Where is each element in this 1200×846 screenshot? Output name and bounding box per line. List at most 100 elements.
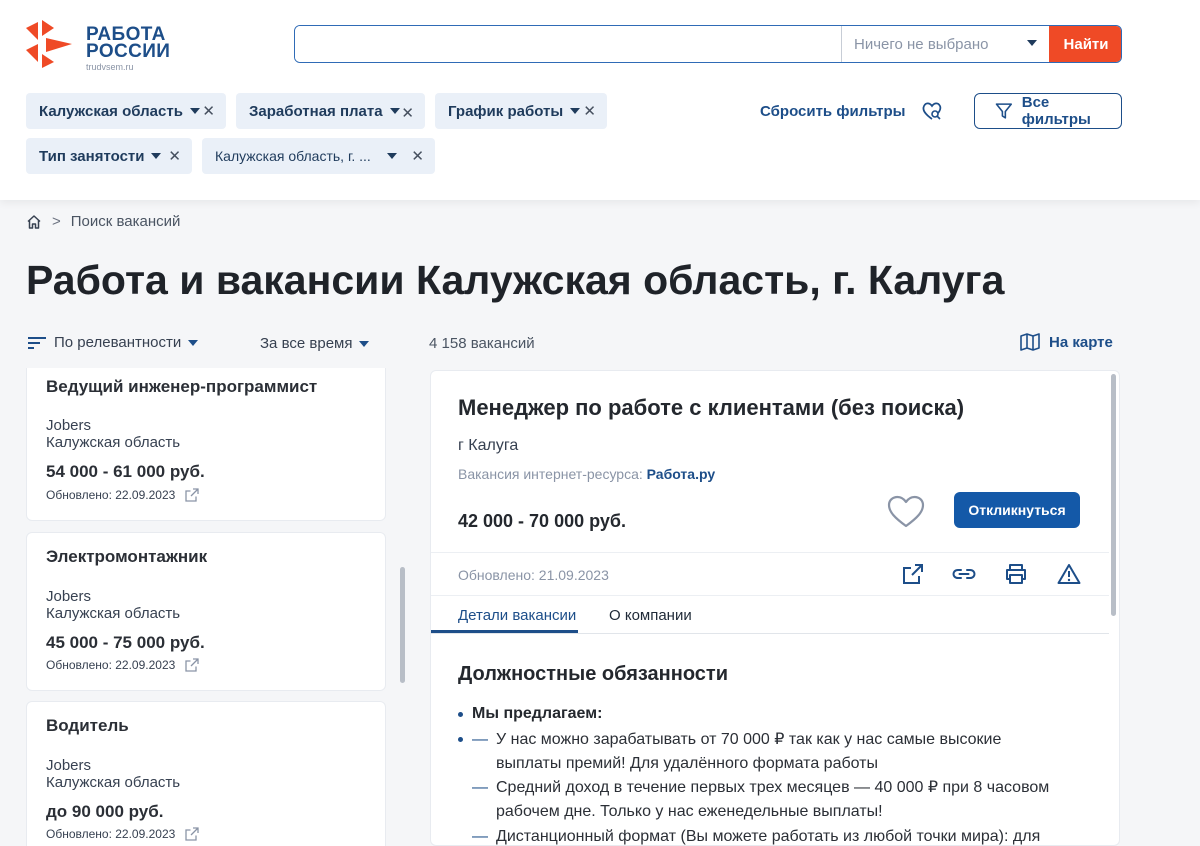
detail-salary: 42 000 - 70 000 руб.: [458, 511, 626, 531]
vacancy-card[interactable]: Электромонтажник Jobers Калужская област…: [26, 532, 386, 691]
logo[interactable]: РАБОТА РОССИИ trudvsem.ru: [24, 18, 170, 72]
detail-source: Вакансия интернет-ресурса: Работа.ру: [458, 466, 715, 482]
divider: [431, 552, 1109, 553]
sort-select[interactable]: По релевантности: [28, 334, 199, 351]
vacancy-card-region: Калужская область: [46, 434, 181, 451]
divider: [431, 633, 1109, 634]
vacancy-count: 4 158 вакансий: [429, 335, 535, 352]
vacancy-card-updated: Обновлено: 22.09.2023: [46, 488, 199, 502]
detail-scrollbar[interactable]: [1111, 374, 1116, 616]
heart-search-icon[interactable]: [921, 100, 943, 127]
region-select[interactable]: Ничего не выбрано: [841, 26, 1049, 62]
filter-chip-schedule[interactable]: График работы ✕: [435, 93, 607, 129]
search-button[interactable]: Найти: [1049, 26, 1121, 62]
chevron-down-icon: [151, 153, 162, 159]
divider: [431, 595, 1109, 596]
offer-item-line: Средний доход в течение первых трех меся…: [496, 779, 1050, 796]
print-icon[interactable]: [1005, 563, 1027, 590]
offer-item: — У нас можно зарабатывать от 70 000 ₽ т…: [458, 728, 1098, 776]
logo-line-2: РОССИИ: [86, 41, 171, 62]
tab-vacancy-details[interactable]: Детали вакансии: [458, 607, 576, 624]
dash: —: [472, 779, 488, 796]
vacancy-detail: Менеджер по работе с клиентами (без поис…: [430, 370, 1120, 846]
vacancy-card-title[interactable]: Водитель: [46, 716, 129, 736]
chevron-down-icon: [359, 340, 370, 347]
open-external-icon[interactable]: [902, 563, 924, 590]
vacancy-card-region: Калужская область: [46, 774, 181, 791]
filter-chip-label: Тип занятости: [39, 147, 145, 165]
vacancy-card-company: Jobers: [46, 588, 92, 605]
sort-lines-icon: [28, 336, 46, 349]
close-icon[interactable]: ✕: [401, 104, 414, 122]
period-label: За все время: [260, 335, 353, 352]
list-scrollbar[interactable]: [400, 567, 405, 683]
all-filters-button[interactable]: Все фильтры: [974, 93, 1122, 129]
filter-chip-city[interactable]: Калужская область, г. ... ✕: [202, 138, 435, 174]
vacancy-card-title[interactable]: Электромонтажник: [46, 547, 207, 567]
copy-link-icon[interactable]: [952, 563, 976, 590]
logo-mark-icon: [26, 20, 72, 68]
breadcrumb-separator: >: [52, 213, 61, 230]
apply-button[interactable]: Откликнуться: [954, 492, 1080, 528]
filter-chip-salary[interactable]: Заработная плата ✕: [236, 93, 425, 129]
vacancy-card-company: Jobers: [46, 417, 92, 434]
breadcrumb-current: Поиск вакансий: [70, 213, 181, 230]
vacancy-card-company: Jobers: [46, 757, 92, 774]
detail-city: г Калуга: [458, 437, 519, 454]
offer-heading: Мы предлагаем:: [458, 705, 602, 723]
vacancy-card-title[interactable]: Ведущий инженер-программист: [46, 377, 317, 397]
chevron-down-icon: [389, 108, 400, 114]
breadcrumb: > Поиск вакансий: [26, 213, 180, 230]
close-icon[interactable]: ✕: [202, 102, 215, 120]
chevron-down-icon: [189, 108, 200, 114]
all-filters-label: Все фильтры: [1021, 94, 1091, 128]
close-icon[interactable]: ✕: [583, 102, 596, 120]
external-link-icon[interactable]: [185, 658, 199, 672]
offer-item-line: выплаты премий! Для удалённого формата р…: [496, 755, 878, 772]
close-icon[interactable]: ✕: [168, 147, 181, 165]
external-link-icon[interactable]: [185, 827, 199, 841]
sort-label: По релевантности: [54, 334, 182, 351]
filter-chip-label: Калужская область, г. ...: [215, 148, 371, 164]
vacancy-card-region: Калужская область: [46, 605, 181, 622]
reset-filters-link[interactable]: Сбросить фильтры: [760, 103, 905, 120]
chevron-down-icon: [386, 153, 397, 159]
vacancy-card-updated-text: Обновлено: 22.09.2023: [46, 658, 176, 672]
search-input[interactable]: [295, 26, 841, 62]
offer-heading-text: Мы предлагаем:: [472, 705, 603, 722]
vacancy-card-updated-text: Обновлено: 22.09.2023: [46, 827, 176, 841]
region-select-value: Ничего не выбрано: [854, 35, 989, 53]
chevron-down-icon: [1027, 40, 1037, 46]
search-bar: Ничего не выбрано Найти: [294, 25, 1122, 63]
duties-heading: Должностные обязанности: [458, 663, 728, 685]
vacancy-card-salary: 54 000 - 61 000 руб.: [46, 462, 205, 481]
home-icon[interactable]: [26, 214, 42, 230]
tab-about-company[interactable]: О компании: [609, 607, 692, 624]
offer-item-line: рабочем дне. Только у нас еженедельные в…: [496, 803, 883, 820]
vacancy-card-updated: Обновлено: 22.09.2023: [46, 658, 199, 672]
map-link-label: На карте: [1049, 333, 1113, 351]
filter-chip-label: Заработная плата: [249, 102, 383, 120]
bullet: [458, 711, 463, 717]
warning-icon[interactable]: [1057, 563, 1081, 590]
period-select[interactable]: За все время: [260, 335, 370, 352]
offer-item-line: Дистанционный формат (Вы можете работать…: [496, 828, 1041, 845]
vacancy-card[interactable]: Ведущий инженер-программист Jobers Калуж…: [26, 368, 386, 521]
offer-item: — Дистанционный формат (Вы можете работа…: [458, 825, 1098, 845]
favorite-heart-icon[interactable]: [887, 495, 925, 534]
vacancy-card-updated-text: Обновлено: 22.09.2023: [46, 488, 176, 502]
offer-item-line: У нас можно зарабатывать от 70 000 ₽ так…: [496, 731, 1002, 748]
offer-item: — Средний доход в течение первых трех ме…: [458, 776, 1098, 824]
detail-source-link[interactable]: Работа.ру: [647, 466, 715, 482]
filter-chip-employment[interactable]: Тип занятости ✕: [26, 138, 192, 174]
filter-chip-label: График работы: [448, 102, 564, 120]
external-link-icon[interactable]: [185, 488, 199, 502]
filter-funnel-icon: [995, 103, 1013, 119]
filter-chip-region[interactable]: Калужская область ✕: [26, 93, 226, 129]
map-icon: [1020, 333, 1040, 351]
vacancy-list: Ведущий инженер-программист Jobers Калуж…: [26, 368, 386, 846]
detail-title: Менеджер по работе с клиентами (без поис…: [458, 395, 965, 420]
close-icon[interactable]: ✕: [411, 147, 424, 165]
vacancy-card[interactable]: Водитель Jobers Калужская область до 90 …: [26, 701, 386, 846]
map-link[interactable]: На карте: [1020, 333, 1113, 351]
